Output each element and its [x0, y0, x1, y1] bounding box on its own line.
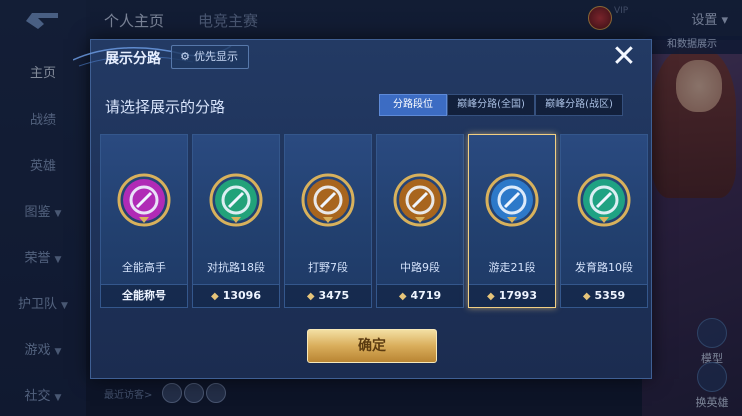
lane-card-stat: ◆ 3475	[285, 284, 371, 307]
lane-card-name: 游走21段	[488, 261, 536, 274]
lane-card-stat-value: 4719	[410, 289, 442, 302]
farm-lane-emblem-icon	[577, 173, 631, 227]
lane-card-mid-lane[interactable]: 中路9段 ◆ 4719	[376, 134, 464, 308]
roam-emblem-icon	[485, 173, 539, 227]
lane-card-name: 发育路10段	[575, 261, 633, 274]
lane-card-all-round[interactable]: 全能高手 全能称号	[100, 134, 188, 308]
lane-card-name: 对抗路18段	[207, 261, 265, 274]
tab-peak-national[interactable]: 巅峰分路(全国)	[447, 94, 535, 116]
mid-lane-emblem-icon	[393, 173, 447, 227]
lane-card-stat: ◆ 17993	[469, 284, 555, 307]
gear-icon: ⚙	[180, 50, 190, 63]
lane-card-roam[interactable]: 游走21段 ◆ 17993	[468, 134, 556, 308]
rank-points-icon: ◆	[398, 291, 407, 302]
rank-points-icon: ◆	[306, 291, 315, 302]
dialog-subheading: 请选择展示的分路	[105, 98, 226, 116]
lane-card-name: 中路9段	[400, 261, 440, 274]
lane-card-name: 打野7段	[308, 261, 348, 274]
all-round-emblem-icon	[117, 173, 171, 227]
lane-card-stat: ◆ 4719	[377, 284, 463, 307]
lane-card-farm-lane[interactable]: 发育路10段 ◆ 5359	[560, 134, 648, 308]
lane-card-stat-value: 全能称号	[122, 289, 166, 302]
lane-card-name: 全能高手	[122, 261, 166, 274]
lane-card-clash-lane[interactable]: 对抗路18段 ◆ 13096	[192, 134, 280, 308]
priority-display-button[interactable]: ⚙ 优先显示	[171, 45, 249, 69]
lane-type-tabs: 分路段位 巅峰分路(全国) 巅峰分路(战区)	[379, 94, 623, 116]
lane-card-stat: ◆ 13096	[193, 284, 279, 307]
tab-peak-region[interactable]: 巅峰分路(战区)	[535, 94, 623, 116]
jungle-emblem-icon	[301, 173, 355, 227]
lane-card-stat-value: 3475	[318, 289, 350, 302]
rank-points-icon: ◆	[487, 291, 495, 302]
confirm-button[interactable]: 确定	[307, 329, 437, 363]
lane-card-stat-value: 17993	[498, 289, 537, 302]
tab-lane-rank[interactable]: 分路段位	[379, 94, 447, 116]
lane-card-stat-value: 13096	[222, 289, 261, 302]
lane-card-stat-value: 5359	[594, 289, 626, 302]
lane-display-dialog: 展示分路 ⚙ 优先显示 ✕ 请选择展示的分路 分路段位 巅峰分路(全国) 巅峰分路…	[73, 39, 652, 379]
lane-card-jungle[interactable]: 打野7段 ◆ 3475	[284, 134, 372, 308]
close-icon[interactable]: ✕	[609, 42, 639, 72]
clash-lane-emblem-icon	[209, 173, 263, 227]
rank-points-icon: ◆	[582, 291, 591, 302]
dialog-title: 展示分路	[105, 51, 161, 67]
rank-points-icon: ◆	[211, 291, 219, 302]
lane-card-stat: 全能称号	[101, 284, 187, 307]
priority-display-label: 优先显示	[194, 50, 238, 63]
lane-card-stat: ◆ 5359	[561, 284, 647, 307]
